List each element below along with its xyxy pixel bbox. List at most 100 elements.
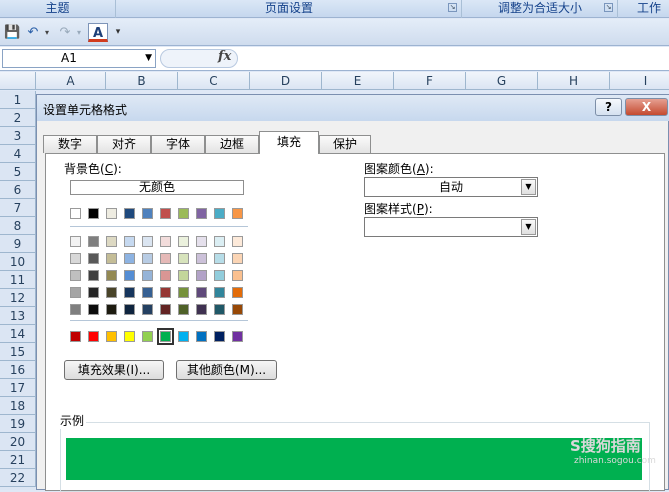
color-swatch[interactable]: [160, 208, 171, 219]
dialog-launcher-icon[interactable]: ↘: [604, 3, 613, 12]
name-box[interactable]: A1 ▼: [2, 49, 156, 68]
color-swatch[interactable]: [196, 287, 207, 298]
column-header[interactable]: B: [106, 72, 178, 90]
dialog-launcher-icon[interactable]: ↘: [448, 3, 457, 12]
color-swatch[interactable]: [124, 253, 135, 264]
color-swatch[interactable]: [232, 287, 243, 298]
row-header[interactable]: 10: [0, 253, 36, 271]
color-swatch[interactable]: [70, 331, 81, 342]
undo-dropdown-icon[interactable]: ▾: [42, 23, 52, 42]
more-colors-button[interactable]: 其他颜色(M)...: [176, 360, 277, 380]
row-header[interactable]: 15: [0, 343, 36, 361]
pattern-color-select[interactable]: 自动 ▼: [364, 177, 538, 197]
color-swatch[interactable]: [157, 328, 174, 345]
color-swatch[interactable]: [214, 236, 225, 247]
color-swatch[interactable]: [106, 304, 117, 315]
color-swatch[interactable]: [196, 208, 207, 219]
color-swatch[interactable]: [106, 236, 117, 247]
row-header[interactable]: 5: [0, 163, 36, 181]
color-swatch[interactable]: [178, 208, 189, 219]
row-header[interactable]: 21: [0, 451, 36, 469]
color-swatch[interactable]: [70, 253, 81, 264]
row-header[interactable]: 17: [0, 379, 36, 397]
color-swatch[interactable]: [88, 304, 99, 315]
color-swatch[interactable]: [214, 270, 225, 281]
color-swatch[interactable]: [124, 270, 135, 281]
row-header[interactable]: 11: [0, 271, 36, 289]
column-header[interactable]: E: [322, 72, 394, 90]
select-all-corner[interactable]: [0, 72, 36, 90]
row-header[interactable]: 2: [0, 109, 36, 127]
color-swatch[interactable]: [232, 304, 243, 315]
color-swatch[interactable]: [142, 236, 153, 247]
fill-effects-button[interactable]: 填充效果(I)...: [64, 360, 164, 380]
color-swatch[interactable]: [214, 208, 225, 219]
row-header[interactable]: 19: [0, 415, 36, 433]
color-swatch[interactable]: [178, 331, 189, 342]
tab-fill[interactable]: 填充: [259, 131, 319, 154]
color-swatch[interactable]: [124, 331, 135, 342]
color-swatch[interactable]: [106, 287, 117, 298]
color-swatch[interactable]: [232, 270, 243, 281]
tab-protection[interactable]: 保护: [319, 135, 371, 153]
ribbon-group-page-setup[interactable]: 页面设置 ↘: [117, 0, 462, 18]
save-icon[interactable]: 💾: [4, 23, 20, 42]
tab-border[interactable]: 边框: [205, 135, 259, 153]
ribbon-group-sheet-options[interactable]: 工作: [619, 0, 669, 18]
color-swatch[interactable]: [70, 270, 81, 281]
row-header[interactable]: 8: [0, 217, 36, 235]
row-header[interactable]: 18: [0, 397, 36, 415]
row-header[interactable]: 16: [0, 361, 36, 379]
color-swatch[interactable]: [232, 236, 243, 247]
color-swatch[interactable]: [178, 236, 189, 247]
color-swatch[interactable]: [106, 270, 117, 281]
chevron-down-icon[interactable]: ▼: [521, 219, 536, 235]
color-swatch[interactable]: [142, 287, 153, 298]
color-swatch[interactable]: [142, 253, 153, 264]
color-swatch[interactable]: [106, 331, 117, 342]
tab-font[interactable]: 字体: [151, 135, 205, 153]
dialog-title-bar[interactable]: 设置单元格格式 ? X: [37, 95, 669, 121]
tab-alignment[interactable]: 对齐: [97, 135, 151, 153]
color-swatch[interactable]: [232, 208, 243, 219]
color-swatch[interactable]: [196, 331, 207, 342]
color-swatch[interactable]: [124, 208, 135, 219]
chevron-down-icon[interactable]: ▼: [145, 50, 152, 67]
color-swatch[interactable]: [106, 208, 117, 219]
chevron-down-icon[interactable]: ▼: [521, 179, 536, 195]
redo-icon[interactable]: ↷: [56, 23, 74, 42]
color-swatch[interactable]: [88, 270, 99, 281]
color-swatch[interactable]: [142, 208, 153, 219]
row-header[interactable]: 13: [0, 307, 36, 325]
help-button[interactable]: ?: [595, 98, 622, 116]
color-swatch[interactable]: [232, 331, 243, 342]
color-swatch[interactable]: [142, 304, 153, 315]
column-header[interactable]: H: [538, 72, 610, 90]
color-swatch[interactable]: [214, 304, 225, 315]
column-header[interactable]: C: [178, 72, 250, 90]
color-swatch[interactable]: [196, 304, 207, 315]
row-header[interactable]: 20: [0, 433, 36, 451]
color-swatch[interactable]: [160, 287, 171, 298]
color-swatch[interactable]: [178, 253, 189, 264]
row-header[interactable]: 12: [0, 289, 36, 307]
color-swatch[interactable]: [160, 270, 171, 281]
color-swatch[interactable]: [214, 331, 225, 342]
row-header[interactable]: 9: [0, 235, 36, 253]
color-swatch[interactable]: [178, 287, 189, 298]
row-header[interactable]: 22: [0, 469, 36, 487]
color-swatch[interactable]: [178, 304, 189, 315]
color-swatch[interactable]: [160, 253, 171, 264]
color-swatch[interactable]: [88, 208, 99, 219]
color-swatch[interactable]: [160, 236, 171, 247]
redo-dropdown-icon[interactable]: ▾: [74, 23, 84, 42]
color-swatch[interactable]: [124, 304, 135, 315]
customize-toolbar-icon[interactable]: ▾: [112, 23, 124, 42]
ribbon-group-theme[interactable]: 主题: [0, 0, 116, 18]
color-swatch[interactable]: [70, 236, 81, 247]
column-header[interactable]: I: [610, 72, 669, 90]
color-swatch[interactable]: [160, 304, 171, 315]
ribbon-group-scale-to-fit[interactable]: 调整为合适大小 ↘: [463, 0, 618, 18]
column-header[interactable]: A: [36, 72, 106, 90]
row-header[interactable]: 7: [0, 199, 36, 217]
